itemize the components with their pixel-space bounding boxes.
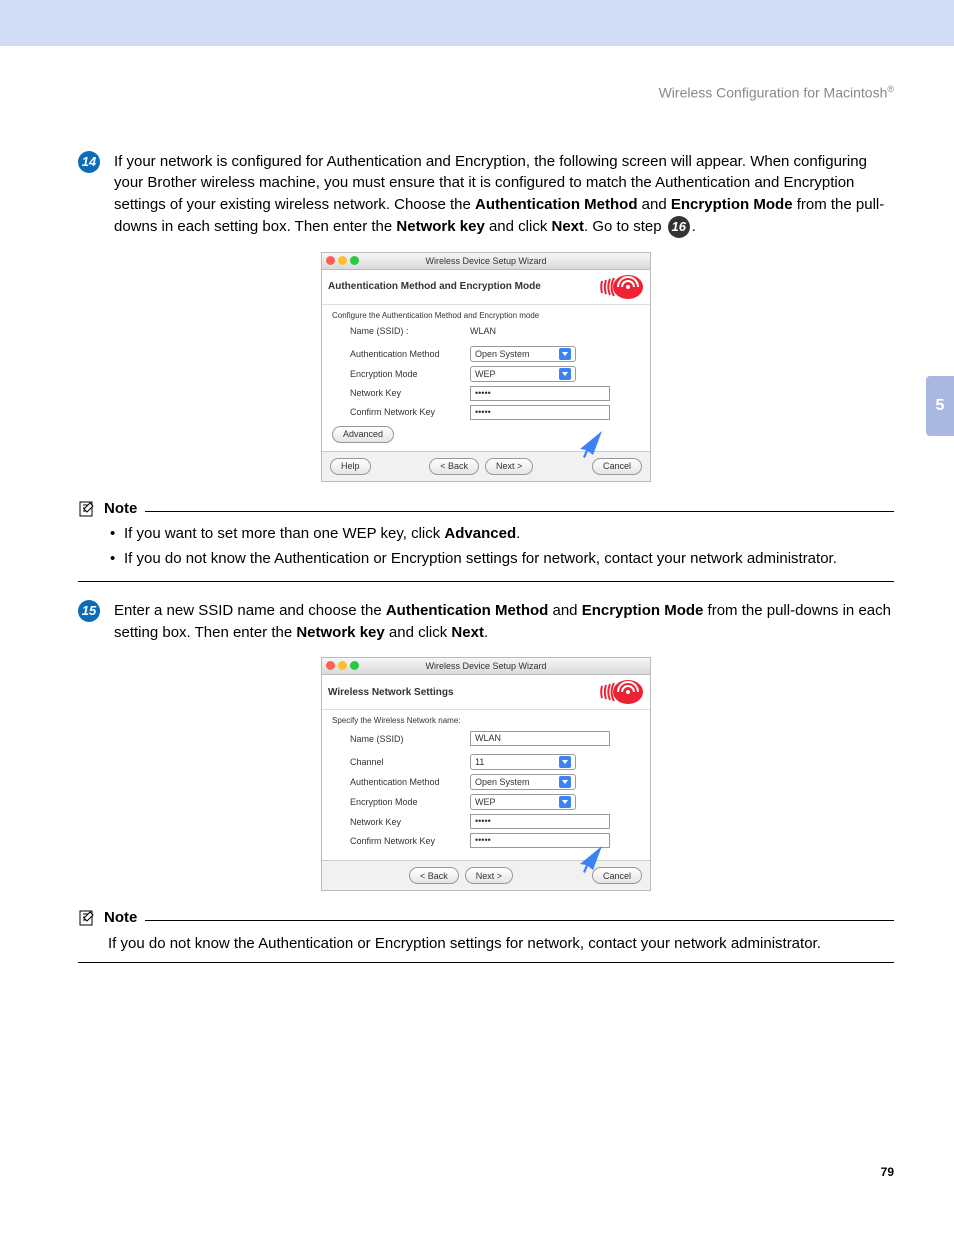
step-15-text: Enter a new SSID name and choose the Aut… [114,600,894,644]
confirm-netkey-label: Confirm Network Key [332,836,470,846]
ssid-label: Name (SSID) : [332,326,470,336]
arrow-annotation-icon [574,429,604,459]
chevron-down-icon [559,776,571,788]
netkey-label: Network Key [332,817,470,827]
dialog-heading: Wireless Network Settings [328,687,454,698]
auth-select[interactable]: Open System [470,346,576,362]
step-14-text: If your network is configured for Authen… [114,151,894,238]
window-titlebar: Wireless Device Setup Wizard [322,253,650,270]
confirm-netkey-label: Confirm Network Key [332,407,470,417]
cancel-button[interactable]: Cancel [592,458,642,475]
encryption-select[interactable]: WEP [470,794,576,810]
divider [78,962,894,963]
netkey-input[interactable]: ••••• [470,814,610,829]
step-badge-14: 14 [78,151,100,173]
note-title: Note [104,500,137,517]
screenshot-auth-encryption: Wireless Device Setup Wizard Authenticat… [321,252,651,482]
min-icon[interactable] [338,661,347,670]
min-icon[interactable] [338,256,347,265]
dialog-heading: Authentication Method and Encryption Mod… [328,281,541,292]
wifi-logo-icon [588,679,644,705]
chapter-tab: 5 [926,376,954,436]
note-icon [78,500,96,518]
divider [78,581,894,582]
divider [145,511,894,512]
divider [145,920,894,921]
chevron-down-icon [559,796,571,808]
screenshot-wireless-settings: Wireless Device Setup Wizard Wireless Ne… [321,657,651,891]
netkey-input[interactable]: ••••• [470,386,610,401]
channel-select[interactable]: 11 [470,754,576,770]
chevron-down-icon [559,756,571,768]
zoom-icon[interactable] [350,256,359,265]
ssid-label: Name (SSID) [332,734,470,744]
encryption-select[interactable]: WEP [470,366,576,382]
help-button[interactable]: Help [330,458,371,475]
advanced-button[interactable]: Advanced [332,426,394,443]
encryption-label: Encryption Mode [332,797,470,807]
chevron-down-icon [559,348,571,360]
auth-label: Authentication Method [332,349,470,359]
note-icon [78,909,96,927]
top-band [0,0,954,46]
step-ref-16: 16 [668,216,690,238]
close-icon[interactable] [326,256,335,265]
wifi-logo-icon [588,274,644,300]
close-icon[interactable] [326,661,335,670]
arrow-annotation-icon [574,844,604,874]
auth-label: Authentication Method [332,777,470,787]
page-header: Wireless Configuration for Macintosh® [78,84,894,101]
note-list: If you want to set more than one WEP key… [110,523,894,569]
zoom-icon[interactable] [350,661,359,670]
note-title: Note [104,909,137,926]
step-badge-15: 15 [78,600,100,622]
encryption-label: Encryption Mode [332,369,470,379]
next-button[interactable]: Next > [485,458,533,475]
window-titlebar: Wireless Device Setup Wizard [322,658,650,675]
note-body: If you do not know the Authentication or… [108,933,894,954]
chevron-down-icon [559,368,571,380]
back-button[interactable]: < Back [409,867,459,884]
auth-select[interactable]: Open System [470,774,576,790]
ssid-value: WLAN [470,326,496,336]
next-button[interactable]: Next > [465,867,513,884]
dialog-subtext: Specify the Wireless Network name: [332,716,640,725]
ssid-input[interactable]: WLAN [470,731,610,746]
dialog-subtext: Configure the Authentication Method and … [332,311,640,320]
back-button[interactable]: < Back [429,458,479,475]
page-number: 79 [881,1165,894,1179]
confirm-netkey-input[interactable]: ••••• [470,405,610,420]
channel-label: Channel [332,757,470,767]
netkey-label: Network Key [332,388,470,398]
